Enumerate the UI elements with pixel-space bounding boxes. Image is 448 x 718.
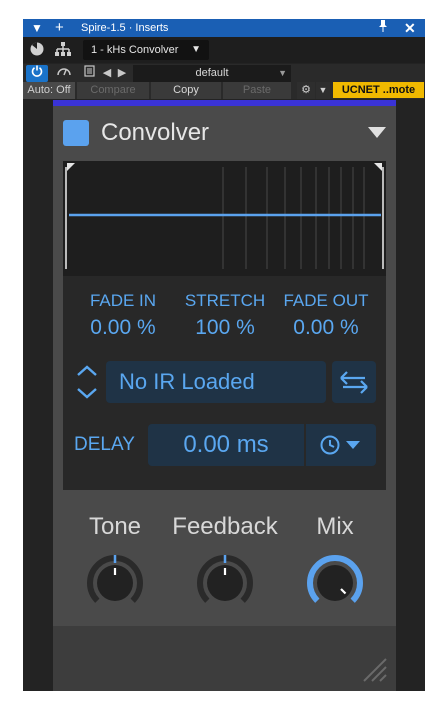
ir-waveform-view[interactable] <box>63 161 386 276</box>
meter-icon[interactable] <box>54 65 74 82</box>
insert-select[interactable]: 1 - kHs Convolver ▼ <box>83 40 209 60</box>
ir-file-select[interactable]: No IR Loaded <box>106 361 326 403</box>
menu-triangle-icon[interactable]: ▼ <box>31 20 43 36</box>
power-button[interactable] <box>26 65 48 82</box>
mix-knob[interactable] <box>305 553 365 613</box>
chevron-down-icon: ▼ <box>278 68 287 78</box>
mix-label: Mix <box>316 513 354 540</box>
chevron-down-icon[interactable]: ▼ <box>316 82 330 99</box>
ucnet-remote-button[interactable]: UCNET ..mote <box>333 82 424 98</box>
fade-in-value[interactable]: 0.00 % <box>78 316 168 340</box>
fade-out-label: FADE OUT <box>283 291 369 310</box>
plugin-window: ▼ + Spire-1.5 · Inserts ✕ 1 - kHs Convol… <box>23 19 425 691</box>
delay-sync-button[interactable] <box>306 424 376 466</box>
preset-select-label: default <box>195 67 229 79</box>
swap-arrows-icon <box>340 371 368 394</box>
plugin-footer <box>53 626 396 691</box>
add-icon[interactable]: + <box>55 20 64 36</box>
gear-icon[interactable]: ⚙ <box>297 82 315 99</box>
swap-button[interactable] <box>332 361 376 403</box>
feedback-knob[interactable] <box>195 553 255 613</box>
paste-button[interactable]: Paste <box>223 82 291 99</box>
delay-label: DELAY <box>74 434 135 455</box>
insert-toolbar: 1 - kHs Convolver ▼ <box>23 37 425 63</box>
copy-button[interactable]: Copy <box>151 82 221 99</box>
stretch-label: STRETCH <box>184 291 266 310</box>
automation-button[interactable]: Auto: Off <box>23 82 75 99</box>
resize-grip-icon[interactable] <box>358 653 388 683</box>
hierarchy-icon[interactable] <box>54 41 72 59</box>
preset-toolbar: ◀ ▶ default ▼ <box>23 64 425 83</box>
feedback-label: Feedback <box>172 513 278 540</box>
convolver-display: FADE IN 0.00 % STRETCH 100 % FADE OUT 0.… <box>63 161 386 490</box>
next-preset-icon[interactable]: ▶ <box>116 65 128 82</box>
compare-button[interactable]: Compare <box>77 82 149 99</box>
stretch-value[interactable]: 100 % <box>175 316 275 340</box>
tone-knob[interactable] <box>85 553 145 613</box>
window-title: Spire-1.5 · Inserts <box>81 22 169 34</box>
insert-select-label: 1 - kHs Convolver <box>91 44 179 56</box>
fade-in-label: FADE IN <box>89 291 157 310</box>
fade-out-value[interactable]: 0.00 % <box>276 316 376 340</box>
close-icon[interactable]: ✕ <box>404 20 416 36</box>
routing-icon[interactable] <box>28 41 46 59</box>
window-titlebar: ▼ + Spire-1.5 · Inserts ✕ <box>23 19 425 37</box>
preset-list-icon[interactable] <box>81 65 97 82</box>
ir-up-down-arrows-icon[interactable] <box>75 363 99 401</box>
previous-preset-icon[interactable]: ◀ <box>101 65 113 82</box>
clock-icon <box>320 435 360 455</box>
collapse-triangle-icon[interactable] <box>368 127 386 138</box>
plugin-title: Convolver <box>101 119 210 146</box>
convolver-plugin: Convolver FADE IN 0.00 % STRETCH 100 % F… <box>53 106 396 691</box>
plugin-color-swatch[interactable] <box>63 120 89 146</box>
preset-select[interactable]: default ▼ <box>133 65 291 82</box>
tone-label: Tone <box>88 513 142 540</box>
chevron-down-icon: ▼ <box>191 44 201 55</box>
delay-value[interactable]: 0.00 ms <box>148 424 304 466</box>
pin-icon[interactable] <box>378 20 388 36</box>
